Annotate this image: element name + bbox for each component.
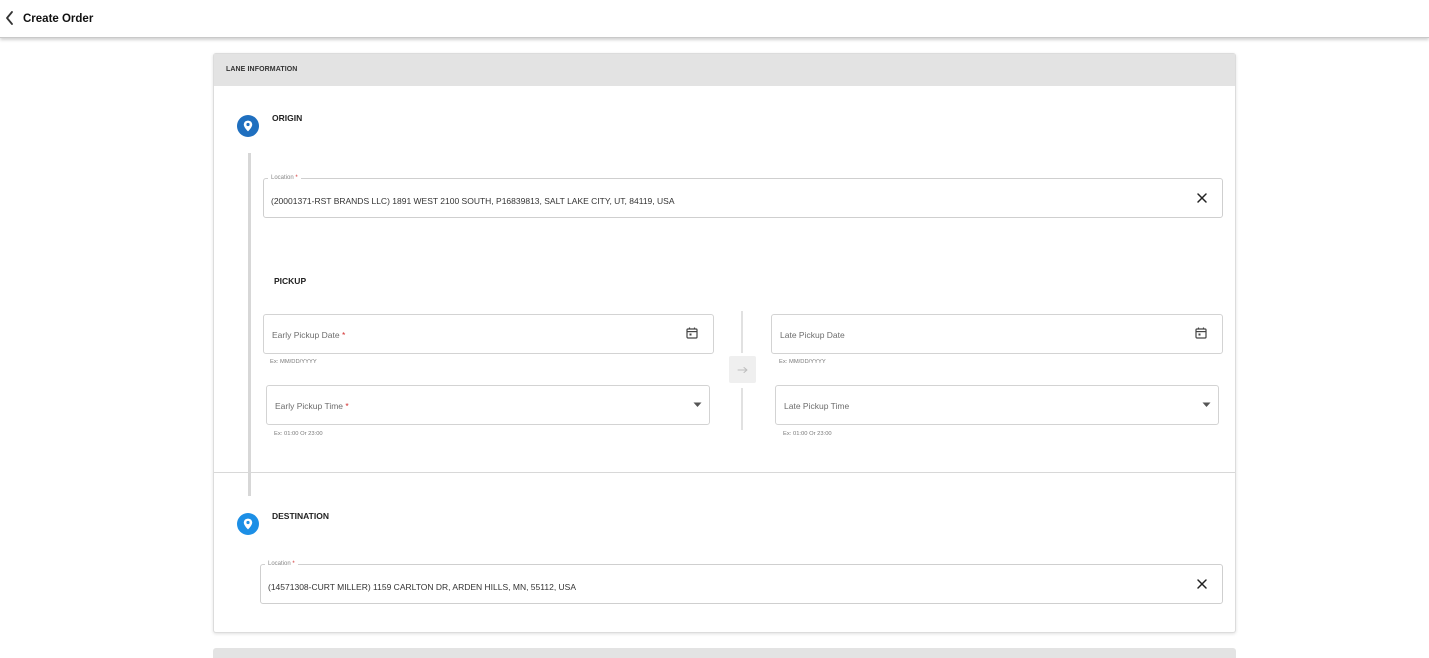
destination-clear-icon[interactable] [1196, 578, 1208, 590]
late-pickup-date-placeholder: Late Pickup Date [780, 330, 845, 340]
origin-location-pin-icon [237, 115, 259, 137]
range-arrow-icon [729, 356, 756, 383]
destination-location-pin-icon [237, 513, 259, 535]
destination-location-value[interactable]: (14571308-CURT MILLER) 1159 CARLTON DR, … [268, 582, 576, 592]
section-divider [214, 472, 1235, 473]
range-separator-top [741, 311, 743, 353]
late-pickup-time-select[interactable]: Late Pickup Time [775, 385, 1219, 425]
dropdown-caret-icon[interactable] [1202, 402, 1211, 408]
card-header: LANE INFORMATION [214, 54, 1235, 86]
back-chevron-icon[interactable] [4, 10, 20, 28]
late-pickup-date-hint: Ex: MM/DD/YYYY [779, 359, 826, 365]
origin-location-field[interactable]: Location * (20001371-RST BRANDS LLC) 189… [263, 175, 1223, 218]
origin-location-label: Location * [268, 175, 301, 181]
route-timeline-line [248, 153, 251, 496]
origin-location-value[interactable]: (20001371-RST BRANDS LLC) 1891 WEST 2100… [271, 196, 674, 206]
early-pickup-date-hint: Ex: MM/DD/YYYY [270, 359, 317, 365]
page-title: Create Order [23, 13, 94, 25]
calendar-icon[interactable] [685, 326, 699, 340]
early-pickup-time-hint: Ex: 01:00 Or 23:00 [274, 431, 323, 437]
early-pickup-date-input[interactable]: Early Pickup Date * [263, 314, 714, 354]
next-section-header [213, 648, 1236, 658]
pickup-title: PICKUP [274, 276, 307, 286]
card-header-title: LANE INFORMATION [226, 66, 298, 73]
early-pickup-time-select[interactable]: Early Pickup Time * [266, 385, 710, 425]
early-pickup-time-placeholder: Early Pickup Time * [275, 401, 349, 411]
destination-location-field[interactable]: Location * (14571308-CURT MILLER) 1159 C… [260, 561, 1223, 604]
calendar-icon[interactable] [1194, 326, 1208, 340]
late-pickup-time-placeholder: Late Pickup Time [784, 401, 850, 411]
top-bar: Create Order [0, 0, 1429, 38]
late-pickup-time-hint: Ex: 01:00 Or 23:00 [783, 431, 832, 437]
origin-clear-icon[interactable] [1196, 192, 1208, 204]
range-separator-bottom [741, 388, 743, 430]
destination-location-label: Location * [265, 561, 298, 567]
dropdown-caret-icon[interactable] [693, 402, 702, 408]
early-pickup-date-placeholder: Early Pickup Date * [272, 330, 346, 340]
origin-title: ORIGIN [272, 113, 303, 123]
late-pickup-date-input[interactable]: Late Pickup Date [771, 314, 1223, 354]
destination-title: DESTINATION [272, 511, 329, 521]
